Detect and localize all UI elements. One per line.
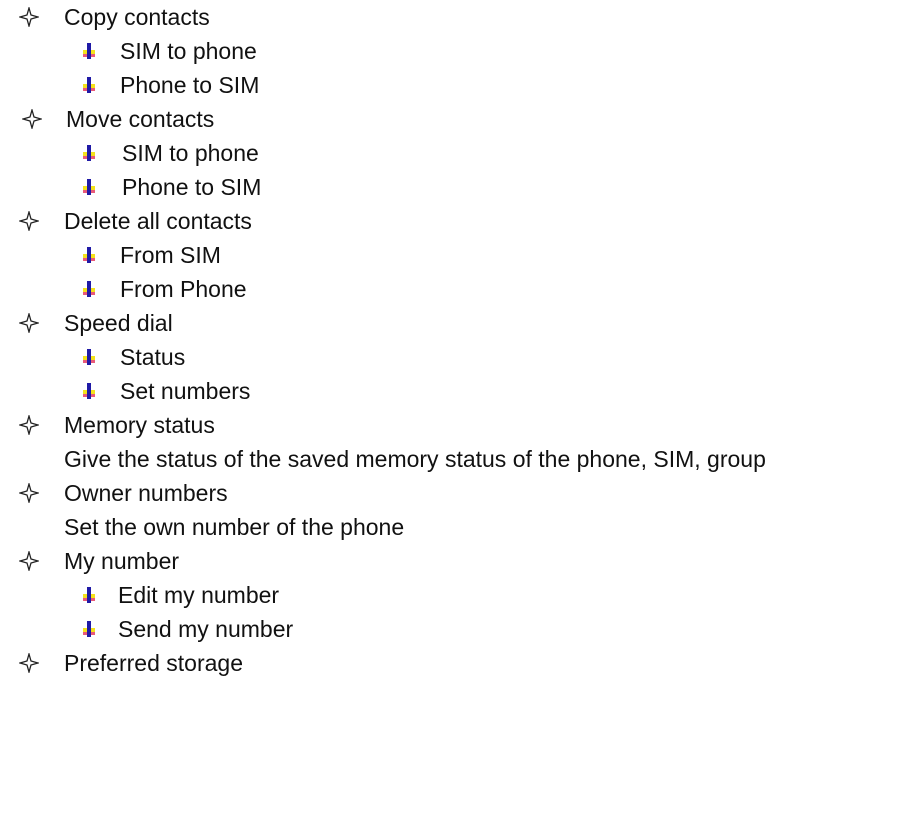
four-point-star-icon [17,476,41,510]
menu-item-my-number: My number [0,544,900,578]
submenu-item-label: Edit my number [118,582,280,608]
menu-item-label: Speed dial [64,310,173,336]
menu-item-owner-numbers: Owner numbers [0,476,900,510]
description-text: Set the own number of the phone [64,514,405,540]
submenu-item-edit-my-number: Edit my number [0,578,900,612]
four-point-star-icon [17,204,41,238]
menu-item-label: Owner numbers [64,480,228,506]
submenu-item-from-phone: From Phone [0,272,900,306]
submenu-item-label: From Phone [120,276,247,302]
menu-item-description: Give the status of the saved memory stat… [0,442,910,476]
four-point-star-icon [17,408,41,442]
menu-item-preferred-storage: Preferred storage [0,646,900,680]
four-point-star-icon [17,646,41,680]
submenu-item-phone-to-sim: Phone to SIM [0,68,900,102]
submenu-item-label: Phone to SIM [120,72,260,98]
submenu-item-phone-to-sim: Phone to SIM [0,170,900,204]
submenu-item-label: SIM to phone [122,140,259,166]
description-text: Give the status of the saved memory stat… [64,446,766,472]
menu-item-label: My number [64,548,180,574]
menu-item-label: Move contacts [66,106,215,132]
menu-item-label: Copy contacts [64,4,210,30]
submenu-item-sim-to-phone: SIM to phone [0,136,900,170]
menu-item-delete-all-contacts: Delete all contacts [0,204,900,238]
four-point-star-icon [17,306,41,340]
menu-item-speed-dial: Speed dial [0,306,900,340]
submenu-item-from-sim: From SIM [0,238,900,272]
submenu-item-label: Phone to SIM [122,174,262,200]
four-point-star-icon [17,0,41,34]
menu-item-label: Preferred storage [64,650,243,676]
menu-item-memory-status: Memory status [0,408,900,442]
submenu-item-label: SIM to phone [120,38,257,64]
submenu-item-sim-to-phone: SIM to phone [0,34,900,68]
menu-item-description: Set the own number of the phone [0,510,900,544]
menu-item-label: Delete all contacts [64,208,252,234]
submenu-item-set-numbers: Set numbers [0,374,900,408]
four-point-star-icon [20,102,44,136]
menu-item-label: Memory status [64,412,215,438]
submenu-item-label: Status [120,344,186,370]
menu-item-move-contacts: Move contacts [0,102,900,136]
submenu-item-send-my-number: Send my number [0,612,900,646]
menu-item-copy-contacts: Copy contacts [0,0,900,34]
submenu-item-label: From SIM [120,242,221,268]
four-point-star-icon [17,544,41,578]
submenu-item-label: Send my number [118,616,294,642]
submenu-item-label: Set numbers [120,378,251,404]
submenu-item-status: Status [0,340,900,374]
